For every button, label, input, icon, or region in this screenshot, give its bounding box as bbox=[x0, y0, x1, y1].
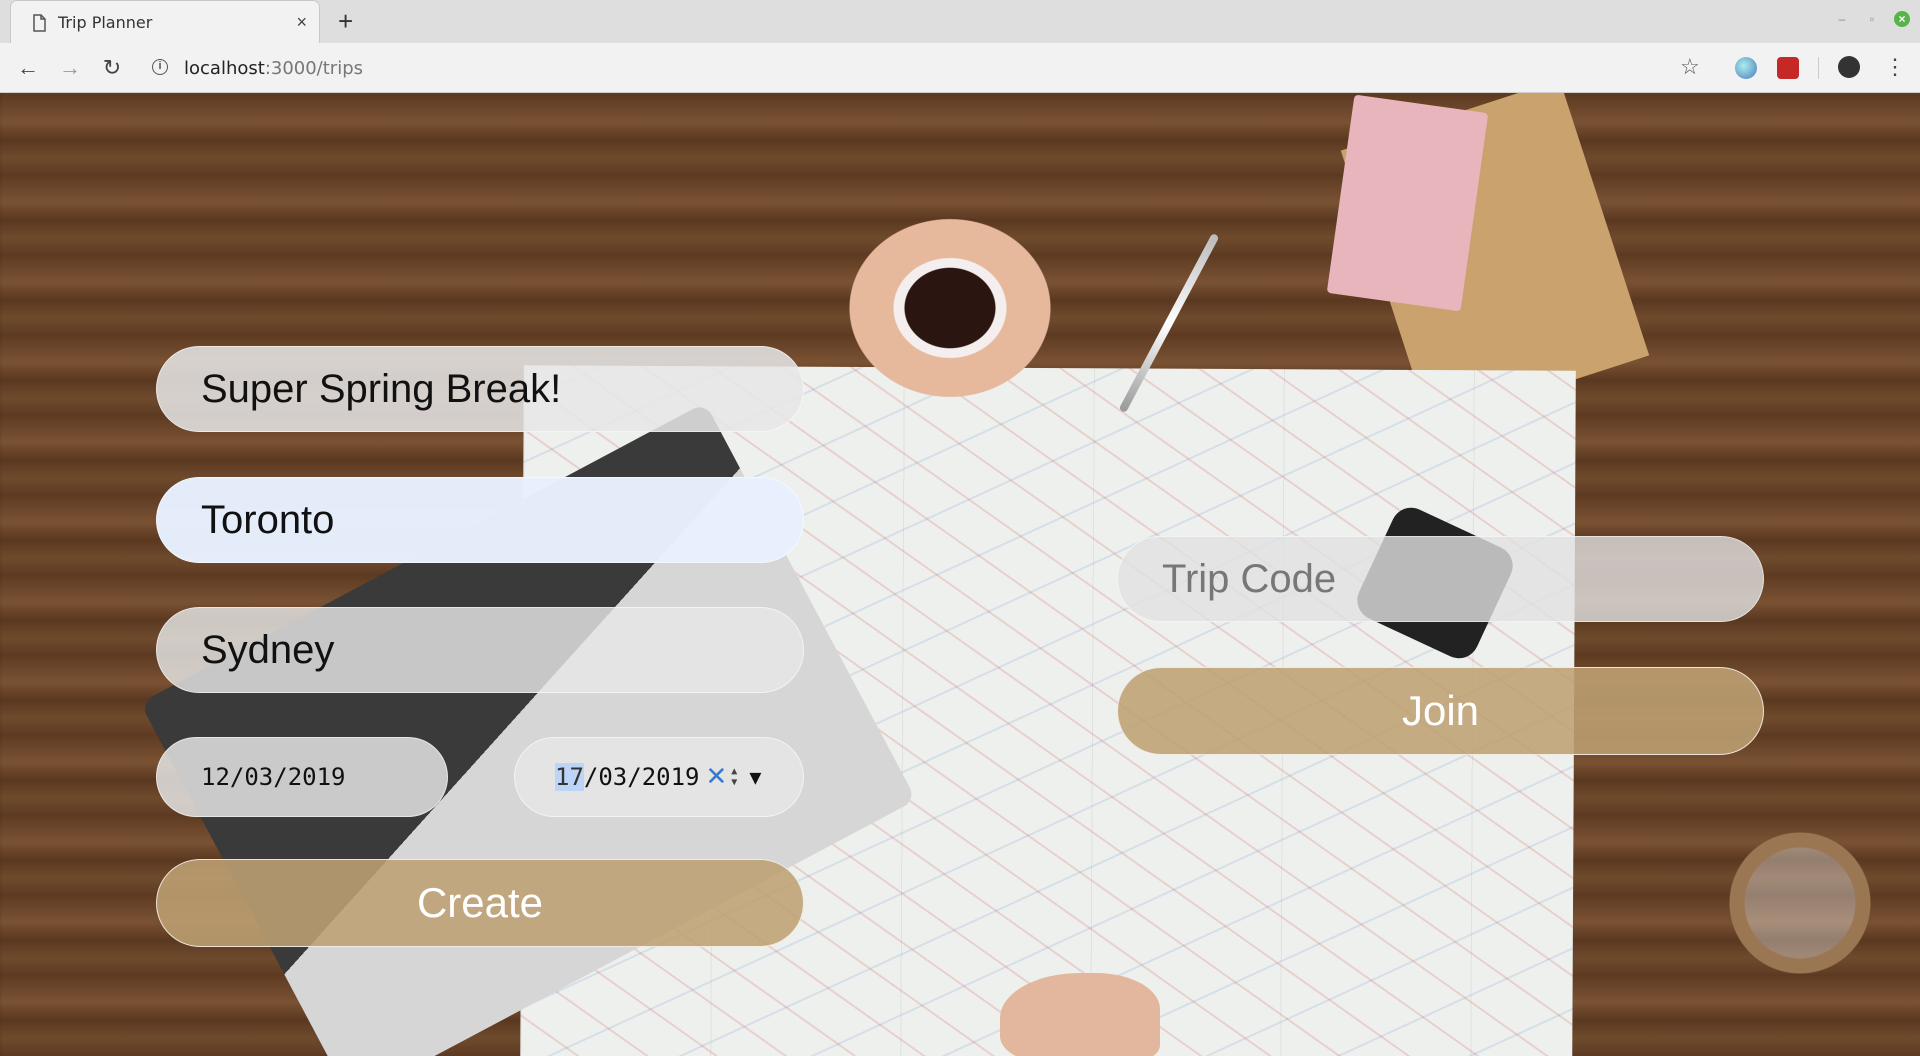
background-glass bbox=[1720, 823, 1880, 983]
trip-name-input[interactable] bbox=[156, 346, 804, 432]
toolbar-divider bbox=[1818, 57, 1819, 79]
extension-icon[interactable] bbox=[1735, 57, 1757, 79]
back-arrow-icon[interactable]: ← bbox=[14, 54, 42, 82]
document-icon bbox=[33, 14, 46, 32]
address-bar[interactable]: i localhost:3000/trips bbox=[144, 51, 1624, 85]
dropdown-triangle-icon[interactable]: ▼ bbox=[749, 765, 761, 789]
destination-input[interactable] bbox=[156, 607, 804, 693]
window-controls: – ▫ × bbox=[1834, 11, 1910, 27]
clear-x-icon[interactable]: ✕ bbox=[706, 762, 728, 792]
spin-arrows-icon[interactable]: ▲ ▼ bbox=[731, 766, 737, 788]
tab-close-icon[interactable]: × bbox=[296, 12, 307, 32]
browser-window: Trip Planner × + – ▫ × ← → ↻ i localhost… bbox=[0, 0, 1920, 1056]
end-date-rest: /03/2019 bbox=[583, 763, 700, 791]
end-date-input[interactable]: 17/03/2019 ✕ ▲ ▼ ▼ bbox=[514, 737, 804, 817]
background-notebook bbox=[1326, 94, 1489, 312]
tab-strip: Trip Planner × + – ▫ × bbox=[0, 0, 1920, 43]
account-icon[interactable] bbox=[1838, 56, 1860, 78]
reload-icon[interactable]: ↻ bbox=[98, 54, 126, 82]
forward-arrow-icon[interactable]: → bbox=[56, 54, 84, 82]
join-button[interactable]: Join bbox=[1117, 667, 1764, 755]
start-date-value: 12/03/2019 bbox=[201, 763, 346, 791]
tab-trip-planner[interactable]: Trip Planner × bbox=[10, 0, 320, 43]
create-button[interactable]: Create bbox=[156, 859, 804, 947]
bookmark-star-icon[interactable]: ☆ bbox=[1680, 53, 1700, 81]
page-content: 12/03/2019 17/03/2019 ✕ ▲▼ ▼ Create Join bbox=[0, 93, 1920, 1056]
background-mug bbox=[820, 193, 1080, 423]
close-window-icon[interactable]: × bbox=[1894, 11, 1910, 27]
restore-icon[interactable]: ▫ bbox=[1864, 11, 1880, 27]
trip-code-input[interactable] bbox=[1117, 536, 1764, 622]
end-date-day-segment[interactable]: 17 bbox=[555, 763, 584, 791]
new-tab-icon[interactable]: + bbox=[338, 8, 353, 34]
extension-icon[interactable] bbox=[1777, 57, 1799, 79]
background-hand bbox=[1000, 973, 1160, 1056]
url-text: localhost:3000/trips bbox=[184, 58, 364, 79]
tab-title: Trip Planner bbox=[58, 13, 153, 32]
minimize-icon[interactable]: – bbox=[1834, 11, 1850, 27]
browser-toolbar: ← → ↻ i localhost:3000/trips ☆ ⋮ bbox=[0, 43, 1920, 93]
start-date-input[interactable]: 12/03/2019 bbox=[156, 737, 448, 817]
origin-input[interactable] bbox=[156, 477, 804, 563]
kebab-menu-icon[interactable]: ⋮ bbox=[1884, 53, 1906, 81]
info-icon[interactable]: i bbox=[152, 59, 168, 75]
